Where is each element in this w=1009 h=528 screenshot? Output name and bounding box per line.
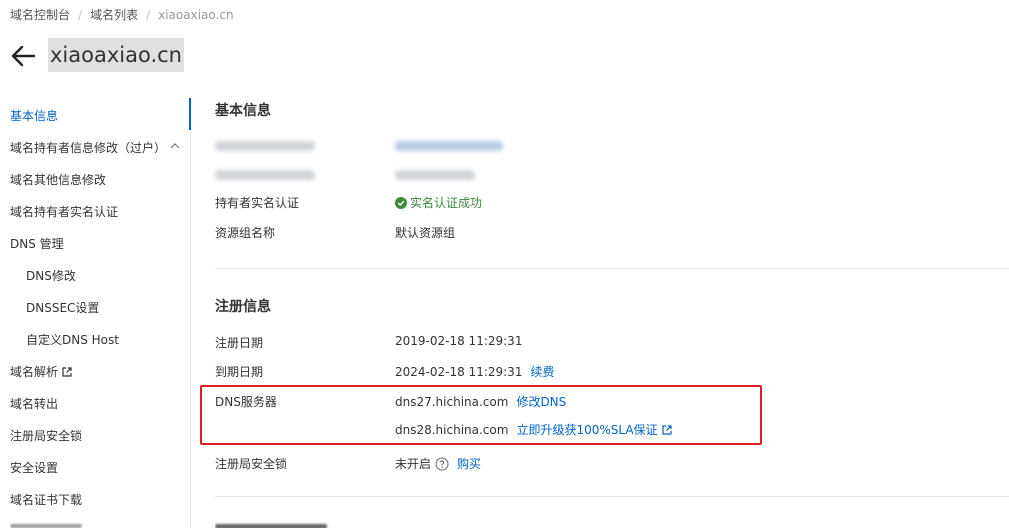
sidebar-item-dns-resolve[interactable]: 域名解析: [10, 356, 72, 388]
next-section-title-partial: [215, 521, 335, 528]
dns-server-1-row: dns27.hichina.com 修改DNS: [395, 393, 566, 410]
sidebar-item-label: 安全设置: [10, 461, 59, 475]
registration-info-title: 注册信息: [215, 299, 271, 315]
dns-server-label: DNS服务器: [215, 395, 277, 409]
sidebar-item-label: 域名证书下载: [10, 493, 83, 507]
sidebar-item-label: DNS 管理: [10, 237, 64, 251]
divider: [215, 496, 1009, 497]
external-link-icon: [661, 425, 672, 435]
sidebar-item-label: 域名其他信息修改: [10, 173, 107, 187]
sidebar-item-realname[interactable]: 域名持有者实名认证: [10, 196, 118, 228]
breadcrumb-current: xiaoaxiao.cn: [158, 8, 234, 22]
registry-lock-row: 未开启 购买: [395, 455, 481, 472]
exp-date-label: 到期日期: [215, 365, 264, 379]
sidebar-item-label: 域名转出: [10, 397, 59, 411]
resource-group-value: 默认资源组: [395, 226, 456, 240]
reg-date-value: 2019-02-18 11:29:31: [395, 334, 523, 348]
breadcrumb-domain-list[interactable]: 域名列表: [90, 8, 138, 22]
sidebar-item-dnssec[interactable]: DNSSEC设置: [26, 292, 99, 324]
sidebar-item-other-info[interactable]: 域名其他信息修改: [10, 164, 106, 196]
active-indicator: [189, 98, 191, 130]
registry-lock-value: 未开启: [395, 457, 432, 471]
sidebar-item-label: 注册局安全锁: [10, 429, 83, 443]
upgrade-sla-text: 立即升级获100%SLA保证: [516, 423, 658, 437]
resource-group-label: 资源组名称: [215, 226, 276, 240]
realname-status: 实名认证成功: [395, 194, 482, 211]
sidebar-item-label: 域名持有者实名认证: [10, 205, 119, 219]
breadcrumb-separator: /: [146, 8, 151, 22]
sidebar-item-transfer-out[interactable]: 域名转出: [10, 388, 58, 420]
renew-link[interactable]: 续费: [530, 365, 554, 379]
realname-label: 持有者实名认证: [215, 196, 300, 210]
sidebar-item-cert-download[interactable]: 域名证书下载: [10, 484, 82, 516]
sidebar-item-label: 基本信息: [10, 109, 59, 123]
help-icon[interactable]: [435, 457, 449, 471]
dns-server-2: dns28.hichina.com: [395, 423, 509, 437]
breadcrumb-domain-console[interactable]: 域名控制台: [10, 8, 70, 22]
realname-status-text: 实名认证成功: [410, 196, 483, 210]
modify-dns-link[interactable]: 修改DNS: [516, 395, 566, 409]
check-circle-icon: [395, 197, 407, 209]
chevron-up-icon[interactable]: [170, 143, 180, 149]
exp-date-row: 2024-02-18 11:29:31 续费: [395, 363, 554, 380]
breadcrumb-separator: /: [78, 8, 83, 22]
registry-lock-label: 注册局安全锁: [215, 457, 288, 471]
sidebar-item-dns-management[interactable]: DNS 管理: [10, 228, 64, 260]
sidebar-item-basic-info[interactable]: 基本信息: [10, 100, 58, 132]
sidebar-item-label: 域名解析: [10, 365, 59, 379]
redacted-label: [215, 170, 315, 180]
divider: [215, 268, 1009, 269]
buy-link[interactable]: 购买: [457, 457, 481, 471]
reg-date-label: 注册日期: [215, 336, 264, 350]
dns-server-1: dns27.hichina.com: [395, 395, 509, 409]
redacted-label: [215, 141, 315, 151]
sidebar-item-security-settings[interactable]: 安全设置: [10, 452, 58, 484]
sidebar-item-partial: [10, 521, 90, 528]
upgrade-sla-link[interactable]: 立即升级获100%SLA保证: [516, 423, 672, 437]
sidebar-item-custom-dns-host[interactable]: 自定义DNS Host: [26, 324, 119, 356]
breadcrumb: 域名控制台 / 域名列表 / xiaoaxiao.cn: [10, 6, 234, 23]
sidebar-item-registry-lock[interactable]: 注册局安全锁: [10, 420, 82, 452]
back-arrow-icon[interactable]: [10, 44, 36, 68]
sidebar-item-dns-modify[interactable]: DNS修改: [26, 260, 76, 292]
redacted-value: [395, 141, 503, 151]
exp-date-value: 2024-02-18 11:29:31: [395, 365, 523, 379]
sidebar-item-holder-transfer[interactable]: 域名持有者信息修改（过户）: [10, 132, 166, 164]
sidebar: 基本信息 域名持有者信息修改（过户） 域名其他信息修改 域名持有者实名认证 DN…: [0, 96, 191, 528]
sidebar-item-label: DNSSEC设置: [26, 301, 100, 315]
external-link-icon: [62, 367, 72, 377]
page-title: xiaoaxiao.cn: [48, 38, 184, 72]
sidebar-item-label: DNS修改: [26, 269, 76, 283]
sidebar-item-label: 域名持有者信息修改（过户）: [10, 141, 167, 155]
redacted-value: [395, 170, 475, 180]
basic-info-title: 基本信息: [215, 103, 271, 119]
dns-server-2-row: dns28.hichina.com 立即升级获100%SLA保证: [395, 421, 672, 438]
sidebar-item-label: 自定义DNS Host: [26, 333, 119, 347]
